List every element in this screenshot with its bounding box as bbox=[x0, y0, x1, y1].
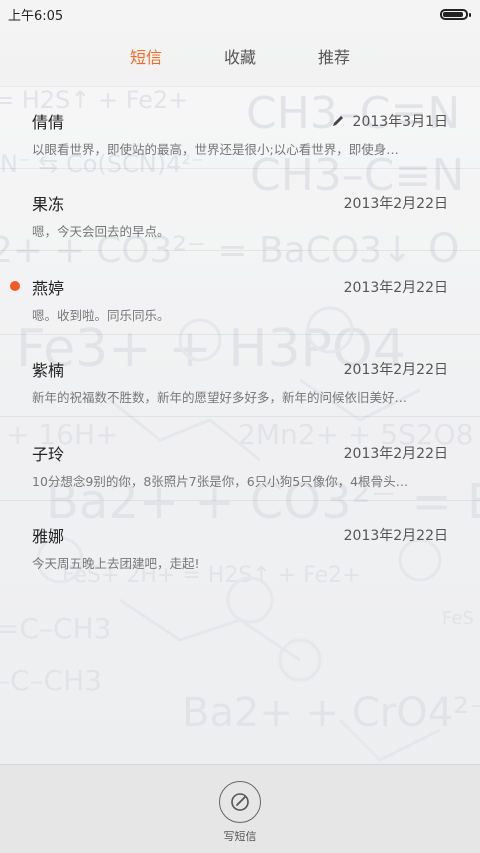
message-date: 2013年2月22日 bbox=[343, 280, 448, 296]
top-tabs: 短信 收藏 推荐 bbox=[0, 38, 480, 78]
contact-name: 雅娜 bbox=[32, 527, 65, 546]
conversation-item[interactable]: 子玲 2013年2月22日 10分想念9别的你，8张照片7张是你，6只小狗5只像… bbox=[0, 419, 480, 501]
message-snippet: 嗯，今天会回去的早点。 bbox=[32, 224, 170, 239]
message-date: 2013年2月22日 bbox=[343, 528, 448, 544]
messaging-screen: = H2S↑ + Fe2+ CH3–C≡N N⁻ ⇆ Co(SCN)4²⁻ CH… bbox=[0, 0, 480, 853]
message-date-wrapper: 2013年3月1日 bbox=[331, 111, 448, 131]
unread-dot-icon bbox=[10, 281, 20, 291]
message-snippet: 今天周五晚上去团建吧，走起! bbox=[32, 556, 200, 571]
conversation-item[interactable]: 果冻 2013年2月22日 嗯，今天会回去的早点。 bbox=[0, 169, 480, 251]
tab-messages[interactable]: 短信 bbox=[122, 38, 170, 78]
contact-name: 紫楠 bbox=[32, 361, 65, 380]
message-date: 2013年2月22日 bbox=[343, 196, 448, 212]
conversation-item[interactable]: 紫楠 2013年2月22日 新年的祝福数不胜数，新年的愿望好多好多，新年的问候依… bbox=[0, 335, 480, 417]
conversation-list: 倩倩 2013年3月1日 以眼看世界，即使站的最高，世界还是很小;以心看世界，即… bbox=[0, 86, 480, 765]
message-snippet: 以眼看世界，即使站的最高，世界还是很小;以心看世界，即使身… bbox=[32, 142, 399, 157]
status-bar: 上午6:05 bbox=[0, 0, 480, 28]
conversation-item[interactable]: 燕婷 2013年2月22日 嗯。收到啦。同乐同乐。 bbox=[0, 253, 480, 335]
compose-message-label: 写短信 bbox=[223, 830, 257, 843]
bottom-action-bar: 写短信 bbox=[0, 764, 480, 853]
message-snippet: 嗯。收到啦。同乐同乐。 bbox=[32, 308, 170, 323]
tab-favorites[interactable]: 收藏 bbox=[216, 38, 264, 78]
message-date: 2013年3月1日 bbox=[352, 114, 448, 130]
contact-name: 倩倩 bbox=[32, 113, 65, 132]
contact-name: 子玲 bbox=[32, 445, 65, 464]
tab-recommended[interactable]: 推荐 bbox=[310, 38, 358, 78]
contact-name: 果冻 bbox=[32, 195, 65, 214]
compose-message-button[interactable] bbox=[219, 781, 261, 823]
compose-icon bbox=[231, 793, 249, 811]
message-date: 2013年2月22日 bbox=[343, 362, 448, 378]
message-snippet: 10分想念9别的你，8张照片7张是你，6只小狗5只像你，4根骨头… bbox=[32, 474, 409, 489]
status-time: 上午6:05 bbox=[8, 8, 64, 24]
conversation-item[interactable]: 倩倩 2013年3月1日 以眼看世界，即使站的最高，世界还是很小;以心看世界，即… bbox=[0, 87, 480, 169]
contact-name: 燕婷 bbox=[32, 279, 65, 298]
conversation-item[interactable]: 雅娜 2013年2月22日 今天周五晚上去团建吧，走起! bbox=[0, 501, 480, 583]
draft-pencil-icon bbox=[332, 116, 343, 126]
battery-icon bbox=[440, 8, 471, 20]
message-date: 2013年2月22日 bbox=[343, 446, 448, 462]
message-snippet: 新年的祝福数不胜数，新年的愿望好多好多，新年的问候依旧美好… bbox=[32, 390, 408, 405]
